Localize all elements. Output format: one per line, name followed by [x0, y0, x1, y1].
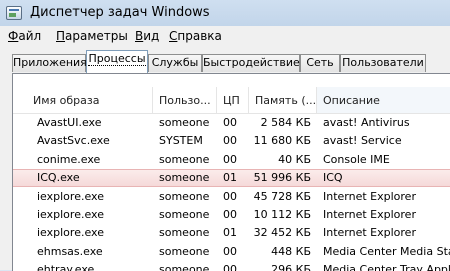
tab-strip: Приложения Процессы Службы Быстродействи… — [0, 47, 450, 74]
process-row[interactable]: AvastSvc.exe SYSTEM 00 11 680 КБ avast! Serv… — [13, 132, 450, 150]
process-name: ICQ.exe — [37, 171, 80, 185]
column-image-name[interactable]: Имя образа — [27, 87, 153, 113]
process-name: iexplore.exe — [37, 226, 104, 240]
process-cpu: 00 — [223, 134, 237, 148]
menu-help[interactable]: Справка — [169, 29, 222, 43]
process-row[interactable]: ICQ.exe someone 01 51 996 КБ ICQ — [13, 169, 450, 188]
process-row[interactable]: iexplore.exe someone 00 10 112 КБ Internet E… — [13, 206, 450, 224]
process-user: someone — [159, 116, 210, 129]
process-user: SYSTEM — [159, 134, 203, 148]
task-manager-icon — [6, 6, 22, 20]
process-cpu: 01 — [223, 171, 237, 185]
process-memory: 11 680 КБ — [253, 134, 311, 148]
process-memory: 45 728 КБ — [253, 189, 311, 203]
process-name: iexplore.exe — [37, 189, 104, 203]
process-memory: 40 КБ — [278, 152, 311, 166]
column-memory[interactable]: Память (... — [249, 87, 317, 113]
tab-performance[interactable]: Быстродействие — [202, 54, 300, 72]
tab-users[interactable]: Пользователи — [340, 54, 426, 72]
window-title: Диспетчер задач Windows — [30, 5, 210, 20]
process-list[interactable]: Имя образа Пользо... ЦП Память (... Опис… — [12, 73, 450, 271]
process-description: Internet Explorer — [323, 208, 416, 221]
process-row[interactable]: iexplore.exe someone 01 32 452 КБ Internet E… — [13, 224, 450, 242]
process-description: avast! Antivirus — [323, 116, 410, 129]
tab-network[interactable]: Сеть — [300, 54, 340, 72]
process-description: Internet Explorer — [323, 226, 416, 240]
process-name: iexplore.exe — [37, 208, 104, 221]
process-user: someone — [159, 152, 210, 166]
process-list-header: Имя образа Пользо... ЦП Память (... Опис… — [13, 87, 450, 114]
menu-bar: Файл Параметры Вид Справка — [0, 26, 450, 47]
process-name: AvastSvc.exe — [37, 134, 110, 148]
process-cpu: 01 — [223, 226, 237, 240]
process-description: Media Center Media Status — [323, 244, 450, 258]
process-name: AvastUI.exe — [37, 116, 102, 129]
process-memory: 2 584 КБ — [260, 116, 311, 129]
menu-options[interactable]: Параметры — [56, 29, 128, 43]
process-cpu: 00 — [223, 189, 237, 203]
process-description: Console IME — [323, 152, 390, 166]
tab-services[interactable]: Службы — [148, 54, 202, 72]
process-memory: 32 452 КБ — [253, 226, 311, 240]
process-user: someone — [159, 226, 210, 240]
process-user: someone — [159, 189, 210, 203]
process-memory: 10 112 КБ — [253, 208, 311, 221]
menu-view[interactable]: Вид — [135, 29, 159, 43]
process-description: Internet Explorer — [323, 189, 416, 203]
title-bar: Диспетчер задач Windows — [0, 0, 450, 26]
process-cpu: 00 — [223, 116, 237, 129]
process-description: avast! Service — [323, 134, 402, 148]
column-cpu[interactable]: ЦП — [217, 87, 249, 113]
column-description[interactable]: Описание — [317, 87, 450, 113]
tab-applications[interactable]: Приложения — [12, 54, 87, 72]
process-row[interactable]: ehmsas.exe someone 00 448 КБ Media Center Me… — [13, 243, 450, 261]
process-name: conime.exe — [37, 152, 101, 166]
process-cpu: 00 — [223, 208, 237, 221]
process-row[interactable]: AvastUI.exe someone 00 2 584 КБ avast! Antiv… — [13, 114, 450, 132]
process-row[interactable]: iexplore.exe someone 00 45 728 КБ Internet E… — [13, 188, 450, 206]
process-name: ehmsas.exe — [37, 244, 103, 258]
column-user[interactable]: Пользо... — [153, 87, 217, 113]
process-memory: 448 КБ — [271, 244, 311, 258]
tab-processes[interactable]: Процессы — [86, 50, 148, 73]
process-user: someone — [159, 171, 210, 185]
menu-file[interactable]: Файл — [8, 29, 41, 43]
process-row[interactable]: conime.exe someone 00 40 КБ Console IME — [13, 151, 450, 169]
process-cpu: 00 — [223, 152, 237, 166]
process-memory: 51 996 КБ — [253, 171, 311, 185]
process-cpu: 00 — [223, 244, 237, 258]
process-user: someone — [159, 208, 210, 221]
process-user: someone — [159, 244, 210, 258]
process-description: ICQ — [323, 171, 343, 185]
